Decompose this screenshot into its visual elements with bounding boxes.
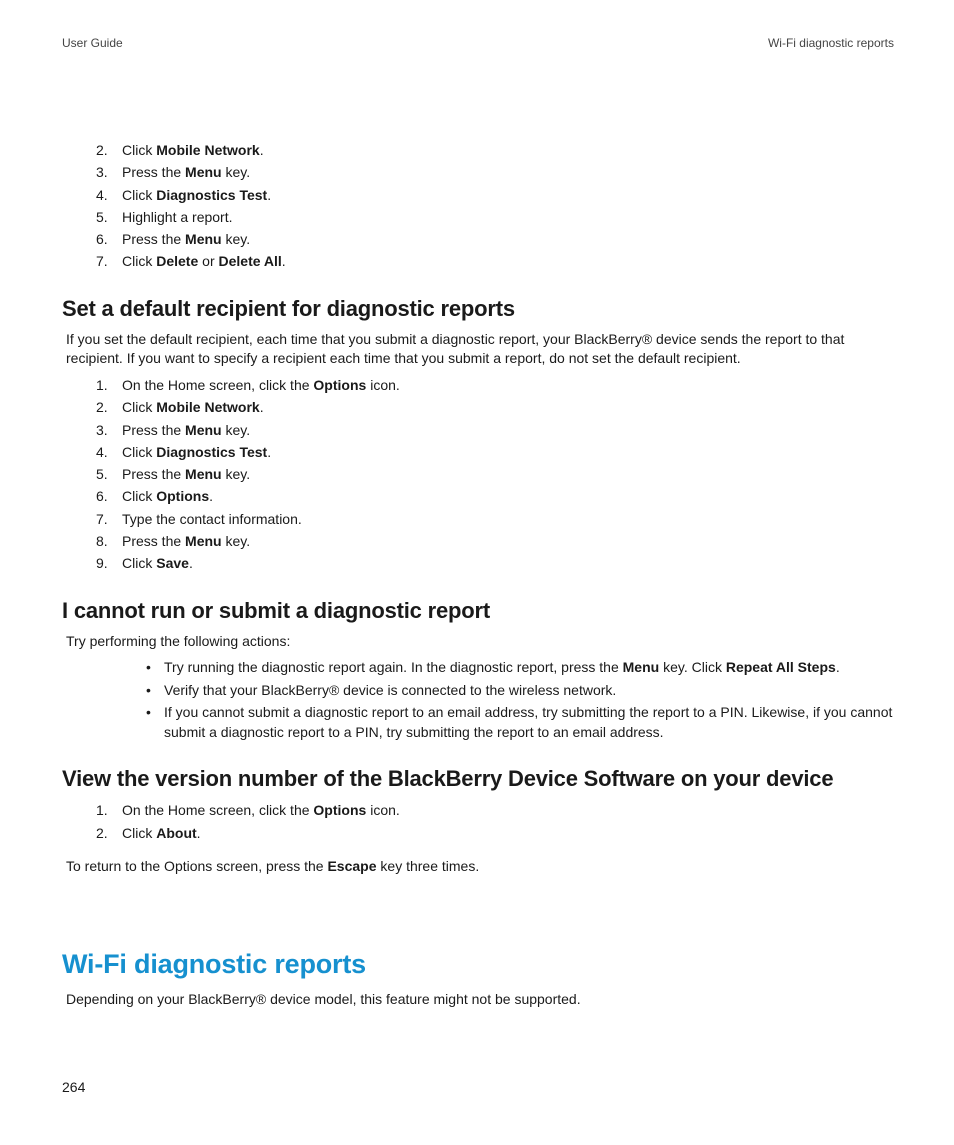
step-text: Click Save. [122,555,193,571]
list-item: 2.Click Mobile Network. [96,397,894,417]
list-item: Try running the diagnostic report again.… [146,657,894,677]
body-text: Try performing the following actions: [66,632,894,652]
header-left: User Guide [62,36,123,50]
bullet-text: Try running the diagnostic report again.… [164,659,840,675]
bullet-text: Verify that your BlackBerry® device is c… [164,682,616,698]
section-heading-cannot-run: I cannot run or submit a diagnostic repo… [62,598,894,624]
list-item: 4.Click Diagnostics Test. [96,185,894,205]
list-item: 9.Click Save. [96,553,894,573]
step-text: Press the Menu key. [122,466,250,482]
page-header: User Guide Wi-Fi diagnostic reports [62,36,894,50]
step-text: Press the Menu key. [122,422,250,438]
list-item: 2.Click About. [96,823,894,843]
list-item: 6.Click Options. [96,486,894,506]
steps-top: 2.Click Mobile Network. 3.Press the Menu… [62,140,894,272]
list-item: 3.Press the Menu key. [96,162,894,182]
step-text: Press the Menu key. [122,231,250,247]
list-item: 8.Press the Menu key. [96,531,894,551]
step-text: Press the Menu key. [122,533,250,549]
list-item: 1.On the Home screen, click the Options … [96,375,894,395]
steps-default-recipient: 1.On the Home screen, click the Options … [62,375,894,574]
step-text: Type the contact information. [122,511,302,527]
list-item: 7.Click Delete or Delete All. [96,251,894,271]
step-text: Click Options. [122,488,213,504]
body-text: If you set the default recipient, each t… [66,330,894,369]
step-text: Click Mobile Network. [122,399,264,415]
list-item: 2.Click Mobile Network. [96,140,894,160]
list-item: Verify that your BlackBerry® device is c… [146,680,894,700]
list-item: 7.Type the contact information. [96,509,894,529]
document-page: User Guide Wi-Fi diagnostic reports 2.Cl… [0,0,954,1145]
list-item: 4.Click Diagnostics Test. [96,442,894,462]
header-right: Wi-Fi diagnostic reports [768,36,894,50]
step-text: Click Diagnostics Test. [122,444,271,460]
step-text: Click Delete or Delete All. [122,253,286,269]
step-text: Click Diagnostics Test. [122,187,271,203]
section-heading-version: View the version number of the BlackBerr… [62,766,894,792]
body-text: Depending on your BlackBerry® device mod… [66,990,894,1010]
bullet-text: If you cannot submit a diagnostic report… [164,704,892,740]
list-item: 3.Press the Menu key. [96,420,894,440]
steps-version: 1.On the Home screen, click the Options … [62,800,894,843]
step-text: Click About. [122,825,201,841]
step-text: On the Home screen, click the Options ic… [122,377,400,393]
page-number: 264 [62,1079,85,1095]
step-text: Press the Menu key. [122,164,250,180]
list-item: 1.On the Home screen, click the Options … [96,800,894,820]
step-text: On the Home screen, click the Options ic… [122,802,400,818]
step-text: Click Mobile Network. [122,142,264,158]
list-item: 6.Press the Menu key. [96,229,894,249]
list-item: 5.Highlight a report. [96,207,894,227]
section-heading-default-recipient: Set a default recipient for diagnostic r… [62,296,894,322]
list-item: 5.Press the Menu key. [96,464,894,484]
bullets-cannot-run: Try running the diagnostic report again.… [62,657,894,742]
body-text: To return to the Options screen, press t… [66,857,894,877]
list-item: If you cannot submit a diagnostic report… [146,702,894,743]
chapter-heading-wifi: Wi-Fi diagnostic reports [62,949,894,980]
step-text: Highlight a report. [122,209,233,225]
